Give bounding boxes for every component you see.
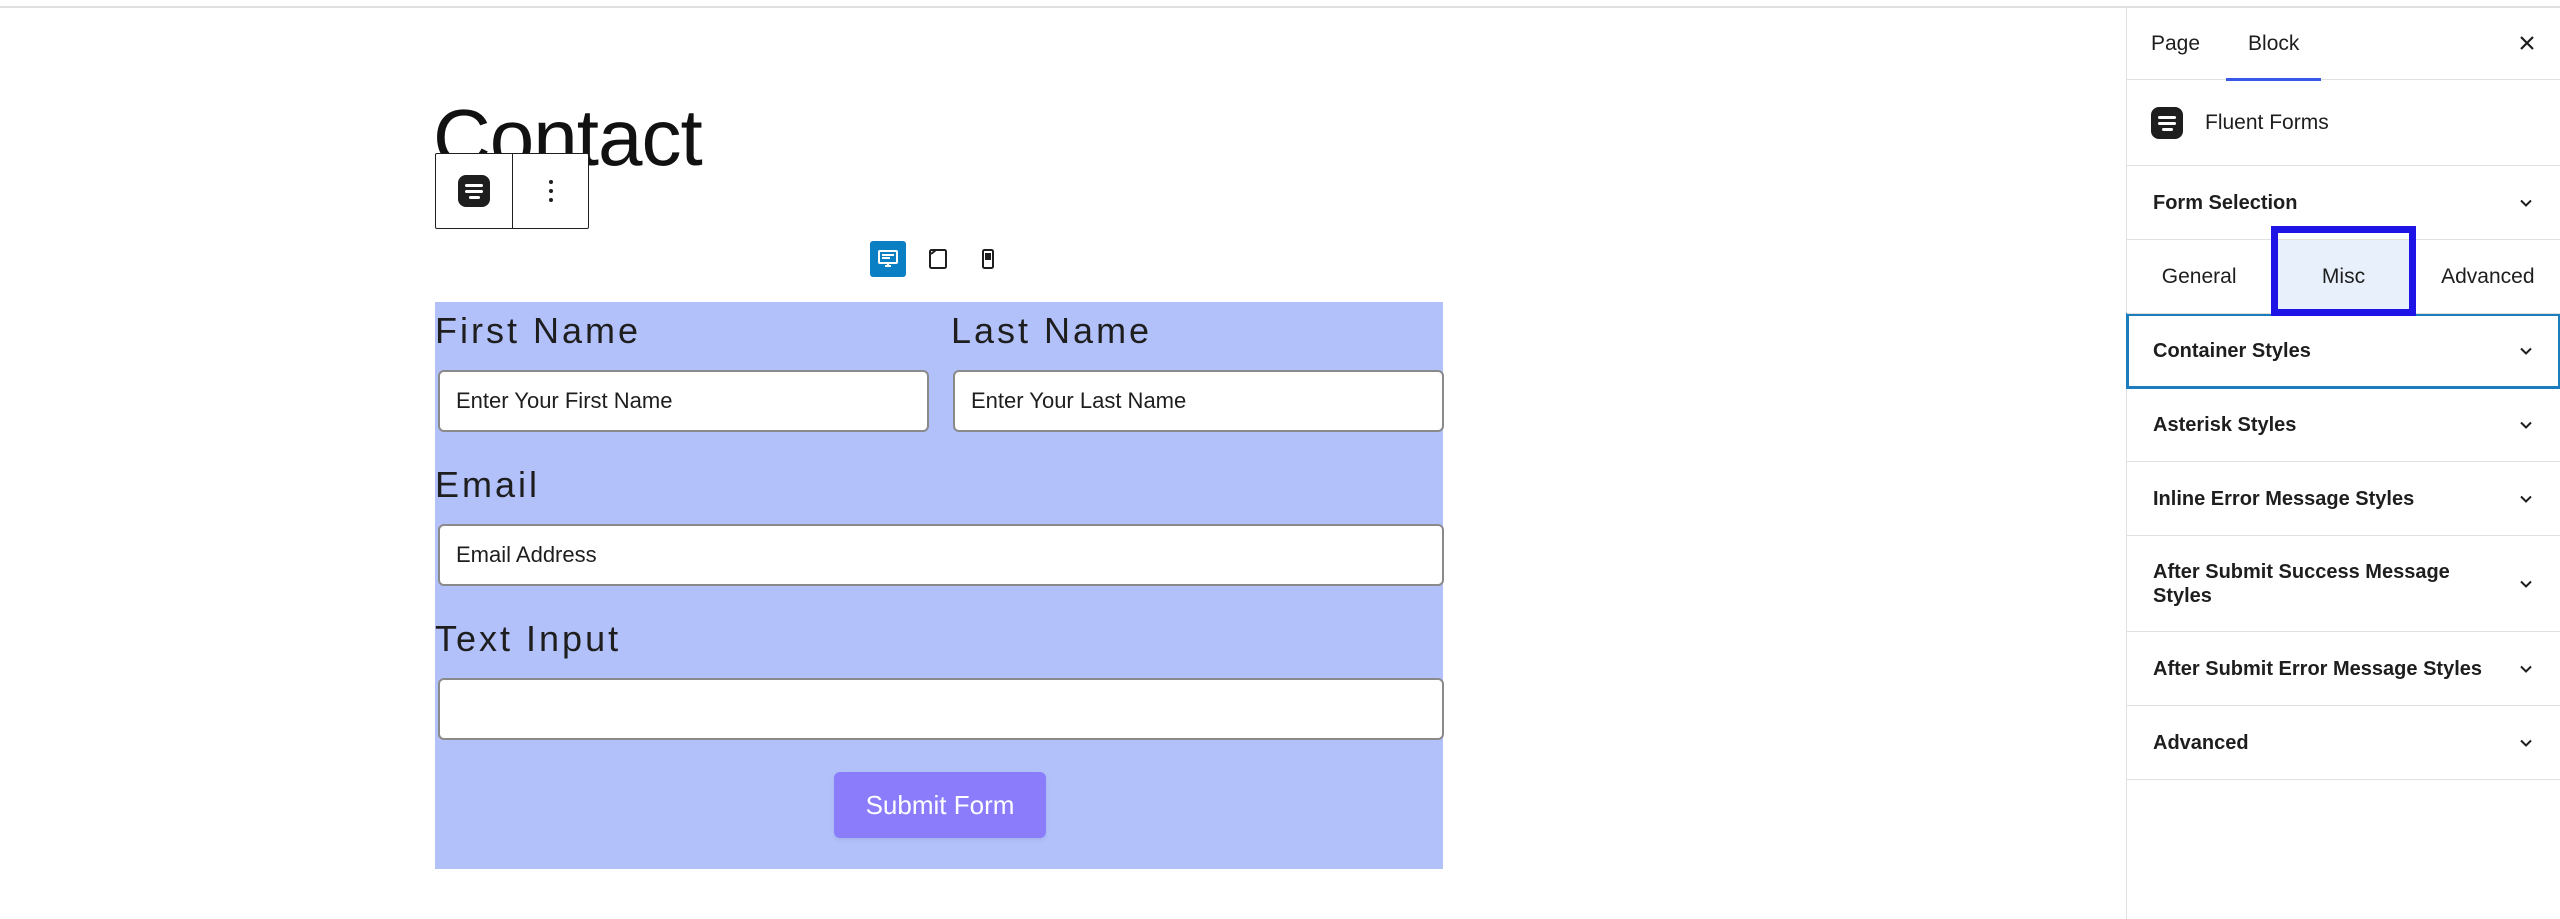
subtab-general[interactable]: General [2127, 240, 2271, 313]
block-options-button[interactable] [512, 154, 588, 228]
email-label: Email [435, 464, 541, 505]
block-name: Fluent Forms [2205, 110, 2329, 134]
first-name-label: First Name [435, 310, 642, 351]
mobile-preview-button[interactable] [970, 241, 1006, 277]
last-name-label: Last Name [951, 310, 1153, 351]
mobile-icon [982, 249, 994, 269]
tablet-icon [929, 249, 947, 269]
subtab-misc-label: Misc [2321, 264, 2366, 288]
tab-block[interactable]: Block [2224, 8, 2323, 81]
panel-asterisk-styles[interactable]: Asterisk Styles [2127, 388, 2560, 462]
subtab-misc[interactable]: Misc [2271, 226, 2416, 316]
panel-label: Advanced [2153, 731, 2249, 754]
panel-label: After Submit Error Message Styles [2153, 657, 2482, 680]
tab-page[interactable]: Page [2127, 8, 2224, 80]
block-card: Fluent Forms [2127, 80, 2560, 166]
close-icon [2520, 36, 2534, 50]
panel-form-selection[interactable]: Form Selection [2127, 166, 2560, 240]
panel-form-selection-label: Form Selection [2153, 191, 2298, 214]
chevron-down-icon [2520, 580, 2532, 588]
close-sidebar-button[interactable] [2512, 28, 2542, 58]
panel-success-message-styles[interactable]: After Submit Success Message Styles [2127, 536, 2560, 632]
submit-form-button[interactable]: Submit Form [834, 772, 1046, 838]
panel-container-styles[interactable]: Container Styles [2126, 313, 2560, 389]
chevron-down-icon [2520, 421, 2532, 429]
panel-advanced[interactable]: Advanced [2127, 706, 2560, 780]
device-preview-bar [870, 241, 1006, 277]
chevron-down-icon [2520, 199, 2532, 207]
first-name-input[interactable] [438, 370, 929, 432]
tablet-preview-button[interactable] [920, 241, 956, 277]
fluent-forms-icon [458, 175, 490, 207]
last-name-input[interactable] [953, 370, 1444, 432]
editor-top-border [0, 0, 2560, 8]
desktop-icon [878, 250, 898, 267]
panel-label: Inline Error Message Styles [2153, 487, 2415, 510]
block-toolbar [435, 153, 589, 229]
chevron-down-icon [2520, 495, 2532, 503]
panel-error-message-styles[interactable]: After Submit Error Message Styles [2127, 632, 2560, 706]
fluent-form-block[interactable]: First Name Last Name Email Text Input Su… [435, 302, 1444, 869]
more-vertical-icon [548, 180, 553, 202]
fluent-forms-icon [2151, 106, 2183, 139]
block-type-button[interactable] [436, 154, 512, 228]
email-input[interactable] [438, 524, 1444, 586]
text-input-field[interactable] [438, 678, 1444, 740]
chevron-down-icon [2520, 739, 2532, 747]
panel-label: Container Styles [2153, 339, 2311, 362]
subtab-advanced[interactable]: Advanced [2416, 240, 2560, 313]
chevron-down-icon [2520, 665, 2532, 673]
subtab-general-label: General [2161, 264, 2237, 288]
chevron-down-icon [2520, 347, 2532, 355]
panel-label: After Submit Success Message Styles [2153, 560, 2450, 607]
settings-sidebar: Page Block Fluent Forms Form Selection G… [2126, 8, 2560, 919]
panel-label: Asterisk Styles [2153, 413, 2297, 436]
text-input-label: Text Input [435, 618, 622, 659]
style-subtabs: General Misc Advanced [2127, 226, 2560, 316]
tab-page-label: Page [2151, 32, 2201, 55]
subtab-advanced-label: Advanced [2441, 264, 2535, 288]
tab-block-label: Block [2248, 32, 2300, 55]
editor-canvas: Contact First Name Enter Your First Name… [0, 8, 2126, 919]
panel-inline-error-styles[interactable]: Inline Error Message Styles [2127, 462, 2560, 536]
sidebar-tabs: Page Block [2127, 8, 2560, 81]
desktop-preview-button[interactable] [870, 241, 906, 277]
